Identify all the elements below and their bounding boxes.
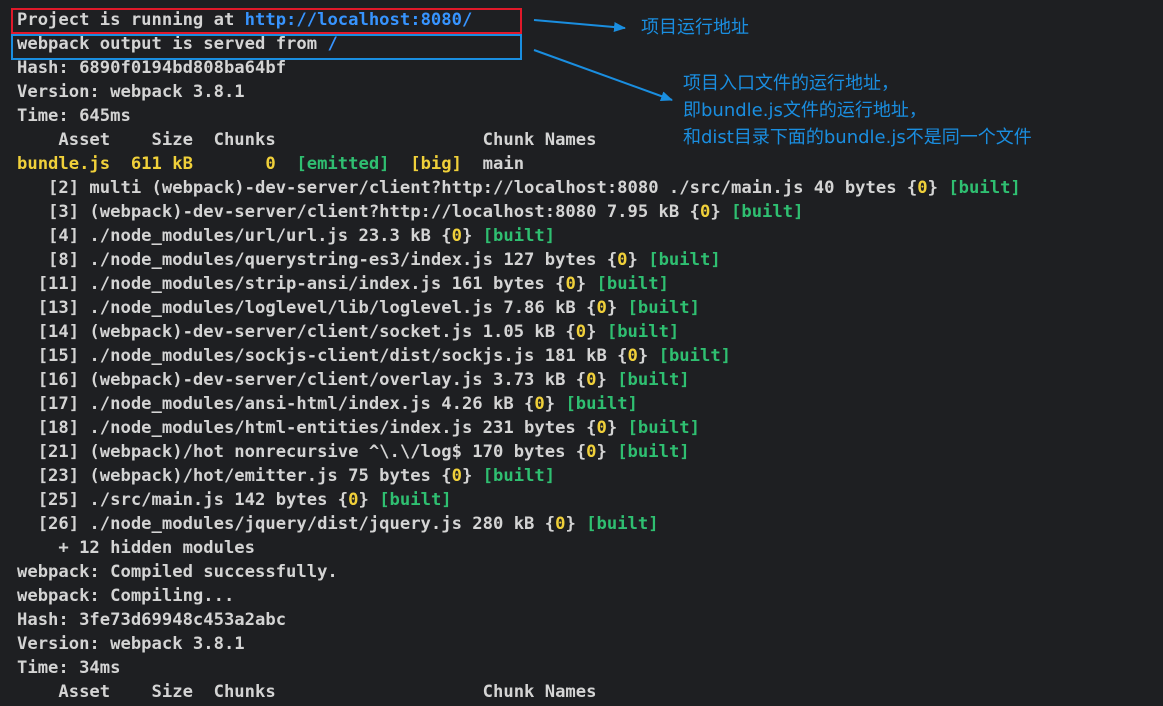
note-bundle-line-3: 和dist目录下面的bundle.js不是同一个文件 [683,127,1032,148]
annotation-arrows [533,19,673,101]
note-bundle-line-2: 即bundle.js文件的运行地址， [683,100,927,121]
note-bundle-line-1: 项目入口文件的运行地址， [683,73,899,94]
arrow-to-running-url [533,19,626,33]
arrow-to-output-path [533,49,673,101]
note-running-address: 项目运行地址 [641,17,749,38]
